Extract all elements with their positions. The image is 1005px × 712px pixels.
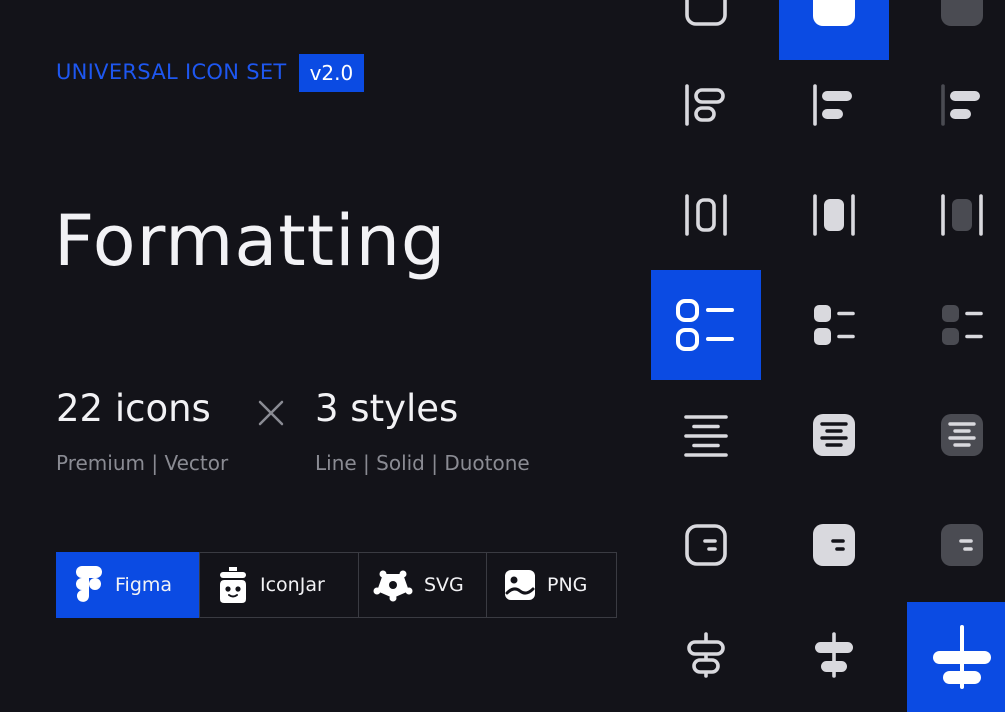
card-align-right-duotone-icon [907,490,1005,600]
times-icon [258,400,284,426]
text-center-line-icon [651,380,761,490]
page-title: Formatting [54,200,447,282]
brand-label: UNIVERSAL ICON SET [56,60,287,84]
style-count-subtitle: Line | Solid | Duotone [315,451,530,475]
icon-count-subtitle: Premium | Vector [56,451,229,475]
iconjar-icon [220,567,246,603]
card-align-right-solid-icon [779,490,889,600]
figma-icon [76,566,102,602]
list-duotone-icon [907,270,1005,380]
align-center-highlight-icon [907,602,1005,712]
text-center-solid-icon [779,380,889,490]
format-tab-figma[interactable]: Figma [56,552,199,618]
list-solid-icon [779,270,889,380]
align-left-duotone-icon [907,50,1005,160]
format-tab-png[interactable]: PNG [486,553,616,617]
header: UNIVERSAL ICON SET v2.0 [56,54,365,92]
list-line-icon [651,270,761,380]
format-label-iconjar: IconJar [260,574,325,596]
format-label-png: PNG [547,574,588,596]
format-label-figma: Figma [115,574,173,596]
format-tab-svg[interactable]: SVG [358,553,486,617]
card-align-right-line-icon [651,490,761,600]
distribute-duotone-icon [907,160,1005,270]
version-badge: v2.0 [298,54,365,92]
format-label-svg: SVG [424,574,464,596]
align-center-solid-icon [779,600,889,710]
png-icon [505,570,535,600]
text-center-duotone-icon [907,380,1005,490]
style-count: 3 styles [315,387,459,430]
format-tab-iconjar[interactable]: IconJar [199,553,358,617]
distribute-line-icon [651,160,761,270]
svg-icon [373,570,413,602]
icon-count: 22 icons [56,387,211,430]
distribute-solid-icon [779,160,889,270]
format-tabs: Figma IconJar SVG PNG [56,552,617,618]
align-left-solid-icon [779,50,889,160]
align-center-line-icon [651,600,761,710]
align-left-line-icon [651,50,761,160]
